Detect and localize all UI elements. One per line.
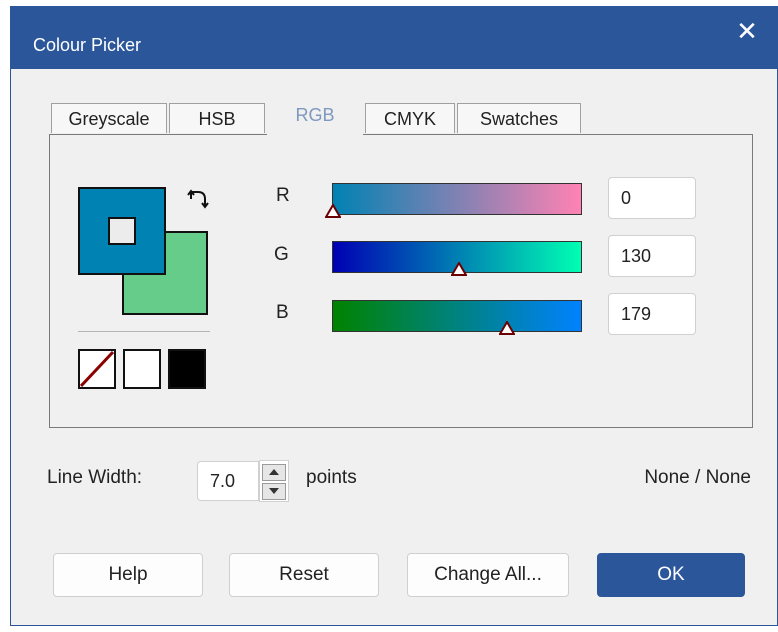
r-value-field[interactable]: 0 [608,177,696,219]
spin-down-icon[interactable] [262,483,286,500]
tab-hsb[interactable]: HSB [169,103,265,133]
g-slider-thumb[interactable] [451,262,468,276]
b-slider[interactable] [332,300,582,335]
tab-rgb[interactable]: RGB [267,97,363,135]
r-slider-thumb[interactable] [325,204,341,218]
swatch-divider [78,331,210,332]
title-bar: Colour Picker ✕ [11,7,777,69]
fill-line-status: None / None [644,467,751,488]
g-slider[interactable] [332,241,582,276]
black-icon[interactable] [168,349,206,389]
primary-colour-swatch[interactable] [78,187,166,275]
line-width-units: points [306,467,357,488]
r-label: R [276,185,290,206]
help-button[interactable]: Help [53,553,203,597]
line-width-spinner [259,460,289,502]
ok-button[interactable]: OK [597,553,745,597]
g-value-field[interactable]: 130 [608,235,696,277]
reset-button[interactable]: Reset [229,553,379,597]
tab-greyscale[interactable]: Greyscale [51,103,167,133]
g-label: G [274,244,289,265]
change-all-button[interactable]: Change All... [407,553,569,597]
white-icon[interactable] [123,349,161,389]
primary-colour-marker [108,217,136,245]
b-label: B [276,302,289,323]
line-width-label: Line Width: [47,467,143,488]
spin-up-icon[interactable] [262,464,286,481]
colour-picker-dialog: Colour Picker ✕ Greyscale HSB RGB CMYK S… [10,6,778,626]
b-value-field[interactable]: 179 [608,293,696,335]
line-width-input[interactable]: 7.0 [197,461,259,501]
b-slider-thumb[interactable] [498,321,515,335]
dialog-title: Colour Picker [33,35,142,55]
no-colour-icon[interactable] [78,349,116,389]
tab-cmyk[interactable]: CMYK [365,103,455,133]
swap-colors-icon[interactable] [186,187,210,211]
r-slider[interactable] [325,183,582,218]
close-icon[interactable]: ✕ [717,7,777,55]
rgb-panel: R 0 G 130 B 179 [49,134,753,428]
tab-swatches[interactable]: Swatches [457,103,581,133]
